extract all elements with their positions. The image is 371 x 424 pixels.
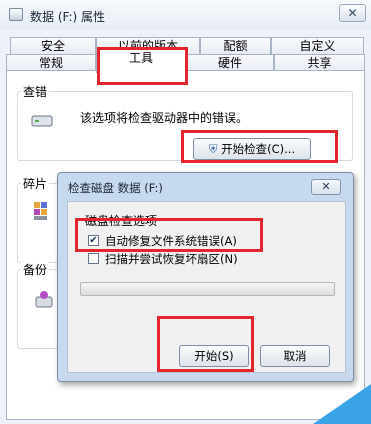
cancel-button[interactable]: 取消 [260,345,330,367]
tab-general[interactable]: 常规 [6,54,96,71]
drive-icon [9,8,23,21]
backup-title: 备份 [21,261,50,278]
tab-security[interactable]: 安全 [10,37,96,55]
tab-customize[interactable]: 自定义 [271,37,364,55]
dialog-title: 检查磁盘 数据 (F:) [68,181,163,195]
backup-icon [34,289,56,311]
highlight-start-check [181,130,338,163]
tab-sharing[interactable]: 共享 [274,54,365,71]
highlight-tools-tab [97,47,188,85]
defrag-title: 碎片 [21,175,50,192]
highlight-start-button [157,316,254,372]
dialog-close-icon[interactable]: ✕ [311,179,341,195]
defrag-icon [32,199,54,223]
window-title: 数据 (F:) 属性 [30,10,106,24]
progress-bar [80,282,335,296]
scan-sectors-checkbox[interactable] [88,253,99,264]
error-check-description: 该选项将检查驱动器中的错误。 [80,111,249,125]
close-icon[interactable]: ✕ [339,4,366,22]
tab-hardware[interactable]: 硬件 [186,54,274,71]
drive-check-icon [30,112,54,129]
title-bar: 数据 (F:) 属性 ✕ [0,0,371,30]
tab-quota[interactable]: 配额 [200,37,271,55]
highlight-fix-option [75,218,263,252]
corner-accent [313,384,371,424]
error-check-title: 查错 [21,83,50,100]
scan-sectors-label: 扫描并尝试恢复坏扇区(N) [105,252,238,266]
